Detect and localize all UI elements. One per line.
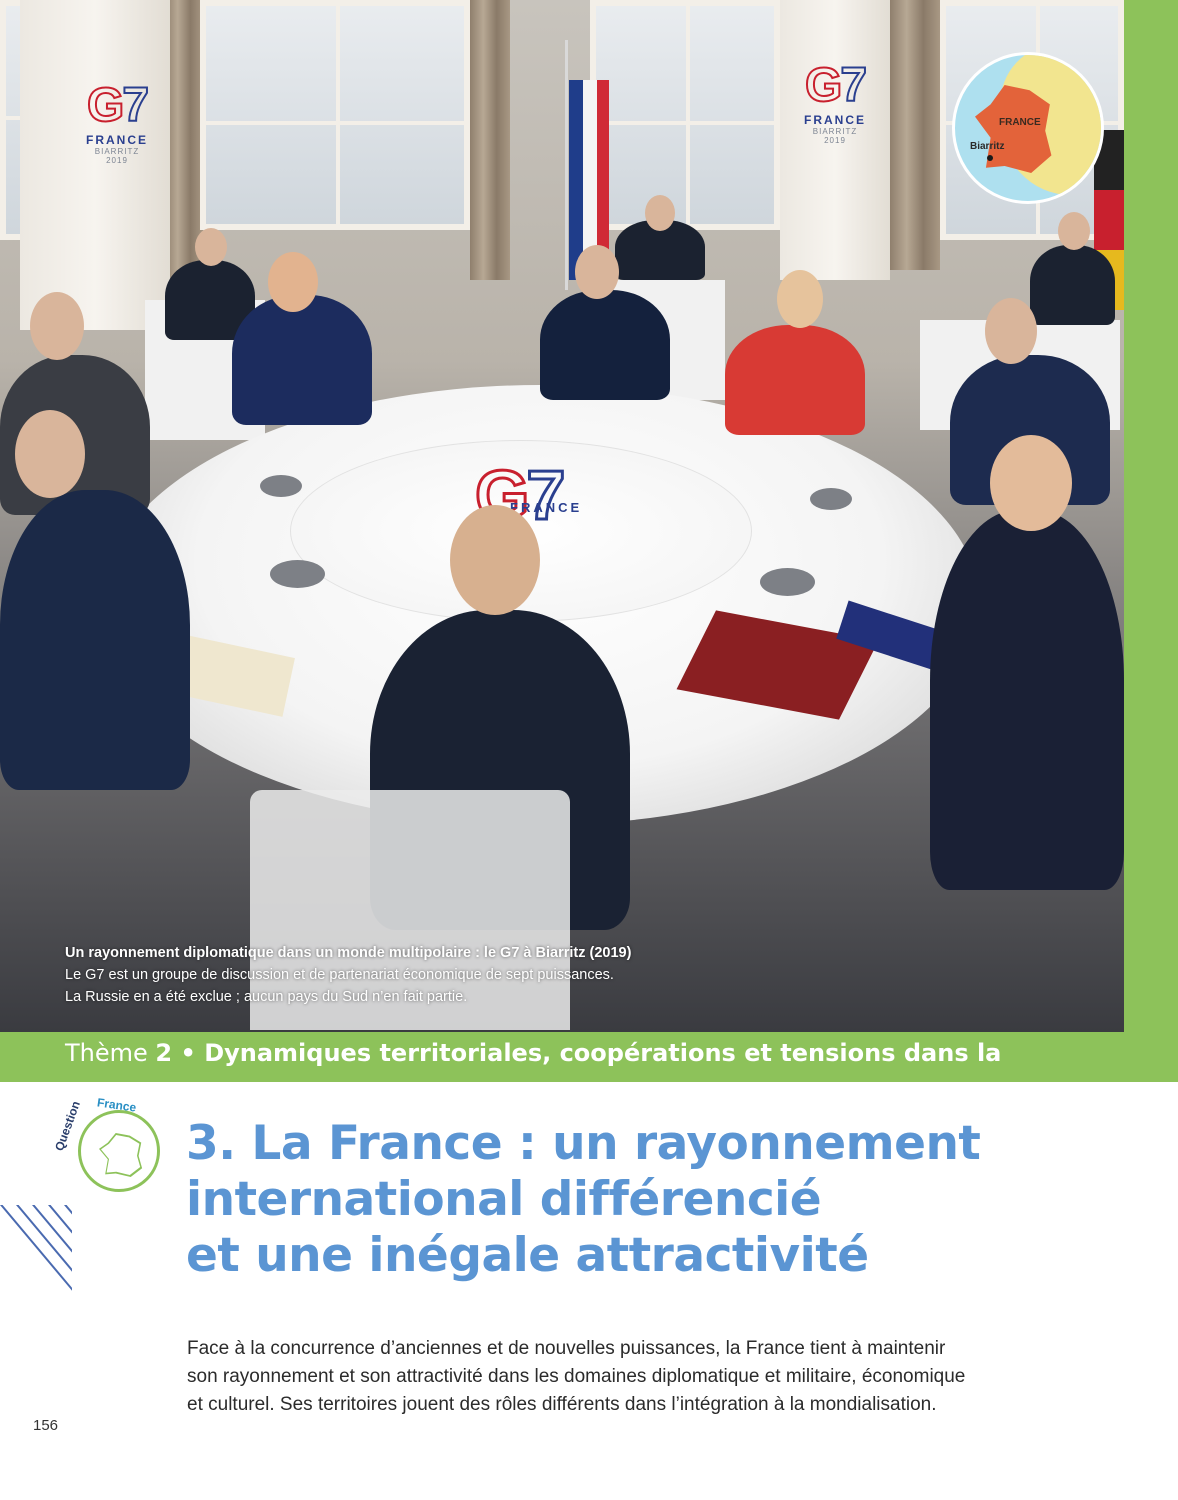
leader-center	[540, 290, 670, 400]
microphone-base	[810, 488, 852, 510]
summit-photo: G7 FRANCE BIARRITZ 2019 G7 FRANCE BIARRI…	[0, 0, 1124, 1032]
chapter-intro: Face à la concurrence d’anciennes et de …	[187, 1335, 1107, 1419]
leader-left-blue-suit	[232, 295, 372, 425]
delegate	[1030, 245, 1115, 325]
window-center	[590, 0, 780, 230]
leader-head	[575, 245, 619, 299]
side-strip	[1124, 0, 1178, 1032]
g7-logo-right: G7 FRANCE BIARRITZ 2019	[804, 58, 868, 145]
window-center-left	[200, 0, 470, 230]
leader-head	[990, 435, 1072, 531]
caption-line: La Russie en a été exclue ; aucun pays d…	[65, 989, 468, 1005]
delegate-head	[645, 195, 675, 231]
caption-line: Le G7 est un groupe de discussion et de …	[65, 967, 614, 983]
g7-logo-left: G7 FRANCE BIARRITZ 2019	[86, 78, 150, 165]
question-france-badge	[78, 1110, 160, 1192]
map-label-france: FRANCE	[999, 117, 1041, 128]
theme-heading: Thème 2 • Dynamiques territoriales, coop…	[65, 1039, 1002, 1067]
intro-line: Face à la concurrence d’anciennes et de …	[187, 1338, 946, 1359]
leader-head	[450, 505, 540, 615]
delegate-head	[1058, 212, 1090, 250]
decorative-hatching	[0, 1205, 72, 1325]
badge-word-france: France	[96, 1095, 138, 1115]
delegate-head	[195, 228, 227, 266]
microphone-base	[760, 568, 815, 596]
microphone-base	[260, 475, 302, 497]
chapter-title-line: 3. La France : un rayonnement	[186, 1116, 981, 1171]
chapter-title-line: et une inégale attractivité	[186, 1228, 869, 1283]
map-marker-biarritz	[987, 155, 993, 161]
inset-map: FRANCE Biarritz	[952, 52, 1104, 204]
chapter-title-line: international différencié	[186, 1172, 822, 1227]
curtain-right	[890, 0, 940, 270]
page-number: 156	[33, 1417, 59, 1434]
table-france-label: FRANCE	[510, 500, 583, 515]
leader-head	[15, 410, 85, 498]
map-label-biarritz: Biarritz	[970, 141, 1005, 152]
intro-line: son rayonnement et son attractivité dans…	[187, 1366, 966, 1387]
pillar-left	[20, 0, 170, 330]
photo-caption: Un rayonnement diplomatique dans un mond…	[65, 942, 631, 1008]
leader-head	[777, 270, 823, 328]
chapter-title: 3. La France : un rayonnement internatio…	[186, 1116, 981, 1284]
caption-title: Un rayonnement diplomatique dans un mond…	[65, 945, 632, 961]
microphone-base	[270, 560, 325, 588]
leader-head	[985, 298, 1037, 364]
curtain-center-left	[470, 0, 510, 280]
leader-red-jacket	[725, 325, 865, 435]
leader-front-right	[930, 510, 1124, 890]
intro-line: et culturel. Ses territoires jouent des …	[187, 1394, 937, 1415]
leader-head	[268, 252, 318, 312]
leader-front-left	[0, 490, 190, 790]
leader-head	[30, 292, 84, 360]
